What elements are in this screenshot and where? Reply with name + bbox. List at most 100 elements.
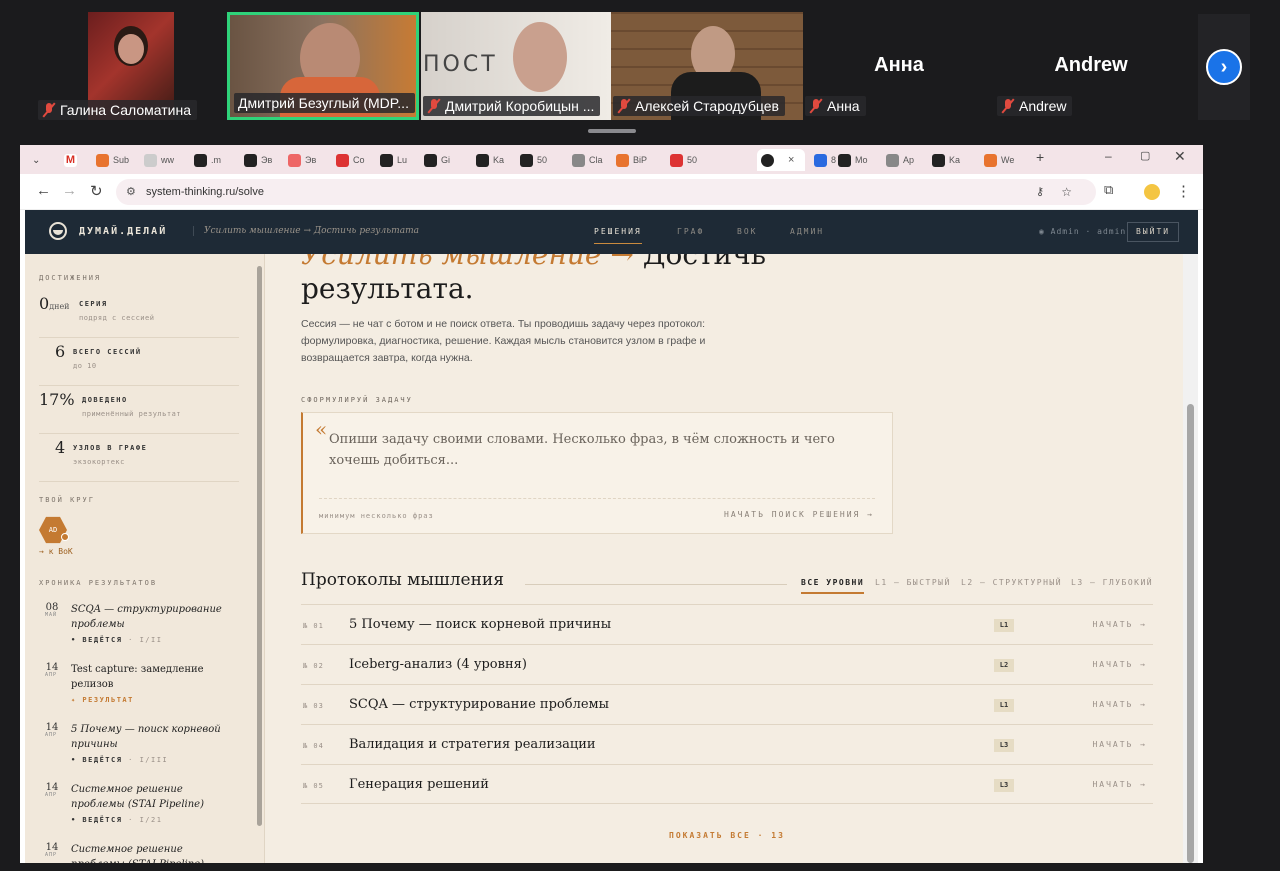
browser-tab[interactable]: Ka bbox=[928, 149, 960, 171]
brand-name[interactable]: ДУМАЙ.ДЕЛАЙ bbox=[79, 226, 167, 237]
participant-name: Анна bbox=[827, 98, 860, 114]
browser-tab[interactable]: 8 bbox=[810, 149, 836, 171]
participant-tile[interactable]: Анна Анна bbox=[803, 12, 995, 120]
browser-tab[interactable]: Эв bbox=[284, 149, 316, 171]
browser-tab[interactable]: 50 bbox=[666, 149, 697, 171]
resize-handle[interactable] bbox=[588, 129, 636, 133]
filter-l1[interactable]: L1 — БЫСТРЫЙ bbox=[875, 578, 951, 587]
bookmark-star-icon[interactable]: ☆ bbox=[1061, 179, 1072, 205]
back-icon[interactable]: ← bbox=[36, 182, 51, 199]
logo-icon[interactable] bbox=[49, 222, 67, 240]
protocol-name: Валидация и стратегия реализации bbox=[349, 737, 596, 752]
tab-favicon-icon bbox=[336, 153, 349, 167]
nav-solutions[interactable]: РЕШЕНИЯ bbox=[594, 227, 642, 244]
new-tab-button[interactable]: + bbox=[1036, 149, 1044, 165]
tab-favicon-icon bbox=[476, 153, 489, 167]
protocol-level-badge: L1 bbox=[994, 699, 1014, 712]
browser-tab[interactable]: .m bbox=[190, 149, 221, 171]
forward-icon[interactable]: → bbox=[62, 182, 77, 199]
menu-dots-icon[interactable]: ⋮ bbox=[1176, 182, 1191, 200]
nav-graph[interactable]: ГРАФ bbox=[677, 227, 704, 236]
address-bar-row: ← → ↻ ⚙ system-thinking.ru/solve ⚷ ☆ ⧉ ⋮ bbox=[20, 174, 1203, 210]
stat-streak: 0дней СЕРИЯ подряд с сессией bbox=[39, 294, 239, 338]
filter-l2[interactable]: L2 — СТРУКТУРНЫЙ bbox=[961, 578, 1062, 587]
protocol-start-button[interactable]: НАЧАТЬ → bbox=[1092, 660, 1147, 669]
sidebar-scrollbar[interactable] bbox=[257, 266, 262, 826]
browser-tab[interactable]: Cla bbox=[568, 149, 603, 171]
participant-tile[interactable]: Andrew Andrew bbox=[995, 12, 1187, 120]
scrollbar-thumb[interactable] bbox=[1187, 404, 1194, 863]
protocol-row[interactable]: № 03 SCQA — структурирование проблемы L1… bbox=[301, 684, 1153, 724]
minimize-icon[interactable]: – bbox=[1105, 149, 1112, 163]
tab-title: Lu bbox=[397, 155, 408, 165]
browser-tab[interactable]: Sub bbox=[92, 149, 129, 171]
participant-tile[interactable]: ПОСТ Дмитрий Коробицын ... bbox=[421, 12, 611, 120]
profile-avatar[interactable] bbox=[1144, 184, 1160, 200]
participant-tile-speaking[interactable]: Дмитрий Безуглый (MDP... bbox=[227, 12, 419, 120]
url-input[interactable]: ⚙ system-thinking.ru/solve ⚷ ☆ bbox=[116, 179, 1096, 205]
protocols-heading: Протоколы мышления bbox=[301, 570, 504, 590]
participant-label: Анна bbox=[805, 96, 866, 116]
browser-tab[interactable]: 50 bbox=[516, 149, 547, 171]
participant-name: Andrew bbox=[1019, 98, 1067, 114]
participant-video-face bbox=[513, 22, 567, 92]
browser-tab[interactable]: Gi bbox=[420, 149, 450, 171]
chronicle-status: • ВЕДЁТСЯ · I/II bbox=[71, 636, 162, 644]
participant-label: Галина Саломатина bbox=[38, 100, 197, 120]
to-vok-link[interactable]: → к ВоК bbox=[39, 547, 73, 556]
browser-tab[interactable]: Co bbox=[332, 149, 365, 171]
stat-sessions: 6 ВСЕГО СЕССИЙ до 10 bbox=[39, 342, 239, 386]
tab-gmail[interactable]: M bbox=[60, 149, 77, 171]
browser-tab[interactable]: We bbox=[980, 149, 1014, 171]
mic-off-icon bbox=[1001, 98, 1015, 114]
protocol-row[interactable]: № 01 5 Почему — поиск корневой причины L… bbox=[301, 604, 1153, 644]
window-close-icon[interactable]: ✕ bbox=[1174, 148, 1186, 165]
browser-tab[interactable]: BiP bbox=[612, 149, 647, 171]
filter-all-levels[interactable]: ВСЕ УРОВНИ bbox=[801, 578, 865, 594]
protocol-start-button[interactable]: НАЧАТЬ → bbox=[1092, 780, 1147, 789]
nav-admin[interactable]: АДМИН bbox=[790, 227, 824, 236]
browser-tab[interactable]: Lu bbox=[376, 149, 407, 171]
next-participants-button[interactable]: › bbox=[1198, 14, 1250, 120]
participant-name-large: Andrew bbox=[1054, 54, 1128, 76]
mic-off-icon bbox=[42, 102, 56, 118]
participant-label: Дмитрий Коробицын ... bbox=[423, 96, 601, 116]
browser-tab[interactable]: Ka bbox=[472, 149, 504, 171]
close-icon[interactable]: × bbox=[788, 154, 794, 166]
protocol-start-button[interactable]: НАЧАТЬ → bbox=[1092, 700, 1147, 709]
logout-button[interactable]: ВЫЙТИ bbox=[1127, 222, 1180, 242]
filter-l3[interactable]: L3 — ГЛУБОКИЙ bbox=[1071, 578, 1153, 587]
stat-graph-nodes: 4 УЗЛОВ В ГРАФЕ экзокортекс bbox=[39, 438, 239, 482]
password-key-icon[interactable]: ⚷ bbox=[1036, 179, 1044, 205]
browser-tab[interactable]: Mo bbox=[834, 149, 868, 171]
protocol-start-button[interactable]: НАЧАТЬ → bbox=[1092, 740, 1147, 749]
add-member-icon[interactable] bbox=[61, 533, 69, 541]
protocol-row[interactable]: № 02 Iceberg-анализ (4 уровня) L2 НАЧАТЬ… bbox=[301, 644, 1153, 684]
maximize-icon[interactable]: ▢ bbox=[1140, 149, 1150, 162]
show-all-button[interactable]: ПОКАЗАТЬ ВСЕ · 13 bbox=[669, 831, 785, 840]
protocol-start-button[interactable]: НАЧАТЬ → bbox=[1092, 620, 1147, 629]
page-scrollbar[interactable] bbox=[1183, 254, 1198, 863]
site-info-icon[interactable]: ⚙ bbox=[126, 179, 136, 205]
stat-caption: подряд с сессией bbox=[79, 314, 155, 322]
stat-number: 0 bbox=[39, 294, 50, 313]
protocol-row[interactable]: № 04 Валидация и стратегия реализации L3… bbox=[301, 724, 1153, 764]
current-user: ◉ Admin · admin bbox=[1039, 227, 1127, 236]
start-search-button[interactable]: НАЧАТЬ ПОИСК РЕШЕНИЯ → bbox=[724, 510, 874, 519]
task-input[interactable] bbox=[329, 429, 859, 479]
tab-favicon-icon bbox=[194, 153, 207, 167]
participant-tile[interactable]: Алексей Стародубцев bbox=[611, 12, 803, 120]
nav-vok[interactable]: ВОК bbox=[737, 227, 757, 236]
stat-value: 0дней bbox=[39, 294, 70, 313]
extensions-icon[interactable]: ⧉ bbox=[1104, 182, 1113, 198]
protocol-row[interactable]: № 05 Генерация решений L3 НАЧАТЬ → bbox=[301, 764, 1153, 804]
browser-tab[interactable]: Ap bbox=[882, 149, 914, 171]
chronicle-title: Системное решение проблемы (STAI Pipelin… bbox=[71, 844, 204, 863]
stat-caption: экзокортекс bbox=[73, 458, 125, 466]
browser-tab[interactable]: Эв bbox=[240, 149, 272, 171]
tab-favicon-icon bbox=[96, 153, 109, 167]
reload-icon[interactable]: ↻ bbox=[90, 182, 103, 200]
tab-search-button[interactable]: ⌄ bbox=[28, 149, 40, 171]
tab-active[interactable]: × bbox=[757, 149, 805, 171]
browser-tab[interactable]: ww bbox=[140, 149, 174, 171]
